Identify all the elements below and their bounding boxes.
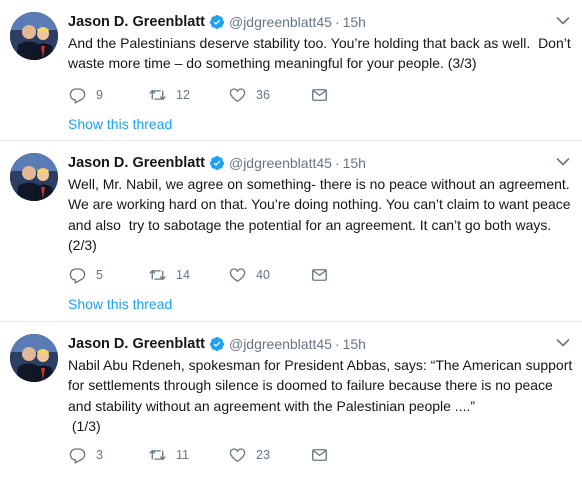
avatar[interactable] [10,153,58,201]
like-button[interactable]: 23 [228,445,270,465]
verified-badge-icon [209,336,225,352]
separator-dot: · [334,155,340,171]
separator-dot: · [334,336,340,352]
retweet-icon [148,446,167,464]
direct-message-icon [310,446,329,464]
user-handle[interactable]: @jdgreenblatt45 [229,336,332,352]
like-count: 23 [256,448,270,462]
direct-message-button[interactable] [310,445,329,465]
reply-button[interactable]: 5 [68,265,103,285]
user-handle[interactable]: @jdgreenblatt45 [229,155,332,171]
reply-count: 9 [96,88,103,102]
display-name[interactable]: Jason D. Greenblatt [68,14,205,30]
reply-icon [68,266,87,284]
retweet-icon [148,86,167,104]
tweet-actions: 5 14 40 [68,265,348,285]
display-name[interactable]: Jason D. Greenblatt [68,336,205,352]
timeline: Jason D. Greenblatt @jdgreenblatt45 · 15… [0,0,582,477]
timestamp[interactable]: 15h [343,155,366,171]
tweet[interactable]: Jason D. Greenblatt @jdgreenblatt45 · 15… [0,0,582,141]
timestamp[interactable]: 15h [343,336,366,352]
tweet[interactable]: Jason D. Greenblatt @jdgreenblatt45 · 15… [0,141,582,322]
tweet[interactable]: Jason D. Greenblatt @jdgreenblatt45 · 15… [0,322,582,477]
like-count: 36 [256,88,270,102]
avatar[interactable] [10,334,58,382]
direct-message-icon [310,86,329,104]
chevron-down-icon[interactable] [556,157,570,167]
timestamp[interactable]: 15h [343,14,366,30]
retweet-count: 11 [176,448,189,462]
user-handle[interactable]: @jdgreenblatt45 [229,14,332,30]
direct-message-icon [310,266,329,284]
retweet-icon [148,266,167,284]
chevron-down-icon[interactable] [556,338,570,348]
like-button[interactable]: 36 [228,85,270,105]
like-count: 40 [256,268,270,282]
retweet-button[interactable]: 12 [148,85,190,105]
retweet-count: 12 [176,88,190,102]
direct-message-button[interactable] [310,85,329,105]
reply-icon [68,86,87,104]
show-thread-link[interactable]: Show this thread [68,116,172,132]
tweet-header: Jason D. Greenblatt @jdgreenblatt45 · 15… [68,153,366,173]
chevron-down-icon[interactable] [556,16,570,26]
separator-dot: · [334,14,340,30]
reply-count: 3 [96,448,103,462]
like-icon [228,86,247,104]
tweet-header: Jason D. Greenblatt @jdgreenblatt45 · 15… [68,334,366,354]
like-icon [228,266,247,284]
avatar[interactable] [10,12,58,60]
show-thread-link[interactable]: Show this thread [68,296,172,312]
like-button[interactable]: 40 [228,265,270,285]
like-icon [228,446,247,464]
reply-count: 5 [96,268,103,282]
tweet-actions: 9 12 36 [68,85,348,105]
tweet-text: And the Palestinians deserve stability t… [68,35,575,72]
retweet-count: 14 [176,268,190,282]
tweet-header: Jason D. Greenblatt @jdgreenblatt45 · 15… [68,12,366,32]
reply-icon [68,446,87,464]
verified-badge-icon [209,155,225,171]
retweet-button[interactable]: 14 [148,265,190,285]
tweet-text: Well, Mr. Nabil, we agree on something- … [68,176,575,253]
direct-message-button[interactable] [310,265,329,285]
reply-button[interactable]: 9 [68,85,103,105]
verified-badge-icon [209,14,225,30]
display-name[interactable]: Jason D. Greenblatt [68,155,205,171]
reply-button[interactable]: 3 [68,445,103,465]
retweet-button[interactable]: 11 [148,445,189,465]
tweet-actions: 3 11 23 [68,445,348,465]
tweet-text: Nabil Abu Rdeneh, spokesman for Presiden… [68,357,573,434]
